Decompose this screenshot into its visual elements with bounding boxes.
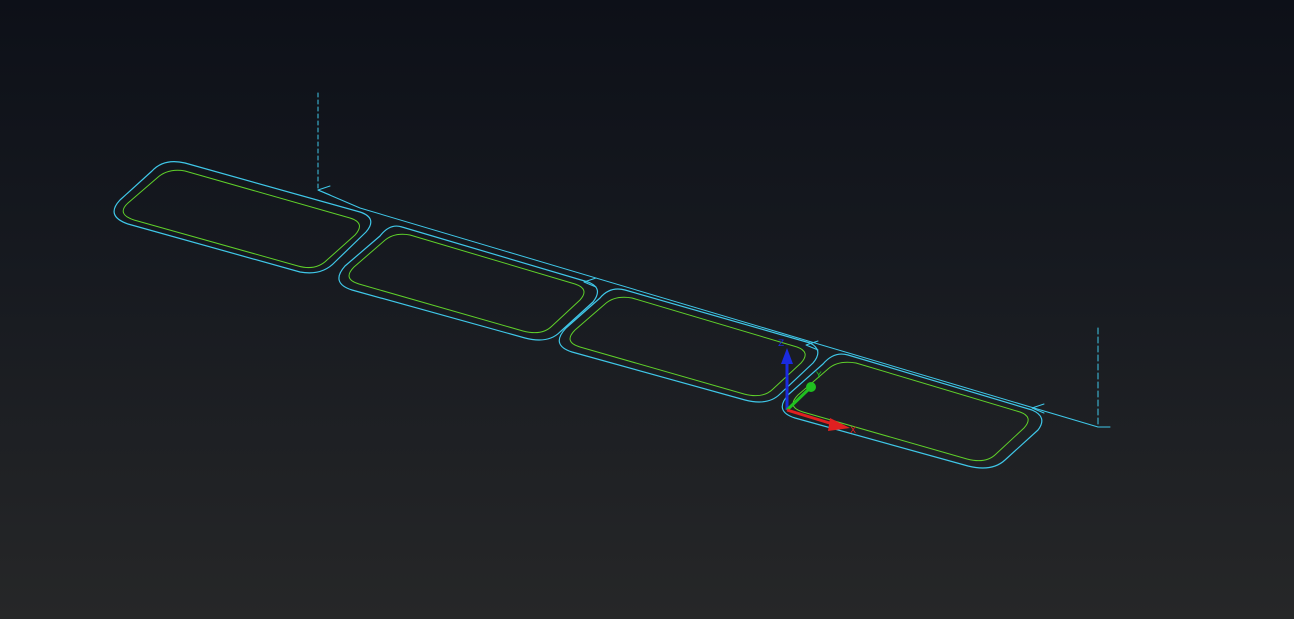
y-axis-line xyxy=(785,386,812,412)
pocket-4-contour xyxy=(792,361,1029,462)
pocket-2[interactable] xyxy=(338,225,599,341)
linking-cut-path xyxy=(317,189,1099,428)
x-axis-label: X xyxy=(850,426,856,436)
pocket-2-outer-cut xyxy=(338,225,599,341)
y-axis-label: Y xyxy=(815,371,822,381)
direction-arrow-icon xyxy=(317,185,331,196)
pocket-1-contour xyxy=(122,169,360,268)
z-axis-arrow-icon xyxy=(781,348,793,364)
pocket-2-contour xyxy=(348,233,585,334)
toolpath-scene[interactable]: Z Y X xyxy=(0,0,1294,619)
y-axis-arrow-icon xyxy=(806,382,816,392)
axis-triad: Z Y X xyxy=(778,339,856,436)
3d-viewport[interactable]: Z Y X xyxy=(0,0,1294,619)
pocket-1-outer-cut xyxy=(113,161,372,274)
z-axis-label: Z xyxy=(778,339,784,349)
direction-arrow-icon xyxy=(1031,403,1045,414)
pocket-3-contour xyxy=(569,296,806,397)
pocket-1[interactable] xyxy=(113,161,372,274)
